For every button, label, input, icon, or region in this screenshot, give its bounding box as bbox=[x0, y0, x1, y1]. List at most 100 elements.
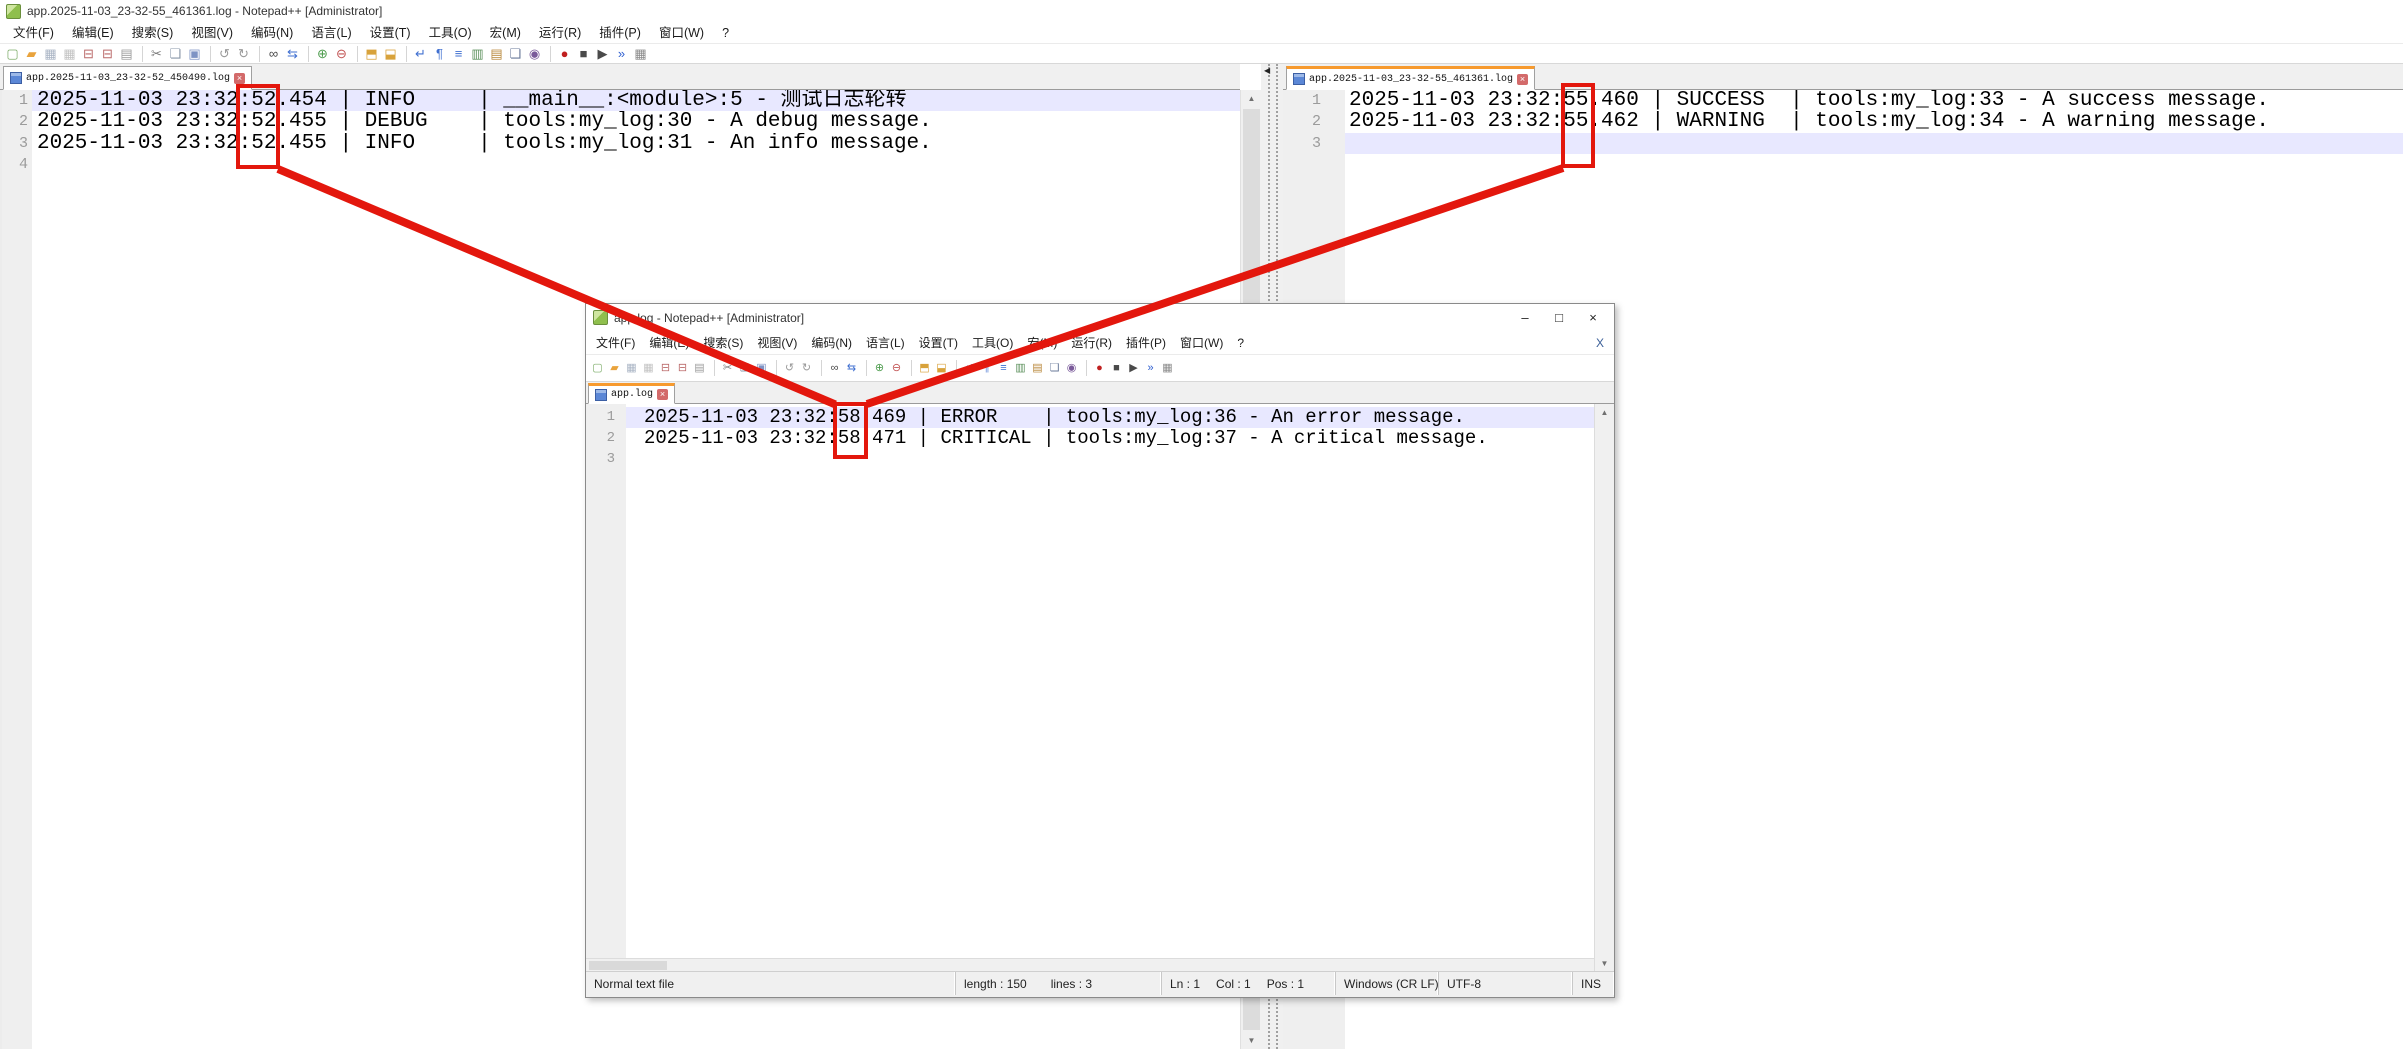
log-line[interactable]: 2025-11-03 23:32:58.471 | CRITICAL | too… bbox=[626, 428, 1594, 449]
inner-macro-record-button[interactable]: ● bbox=[1092, 361, 1107, 376]
outer-print-button[interactable]: ▤ bbox=[118, 45, 135, 62]
inner-file-monitor-button[interactable]: ◉ bbox=[1064, 361, 1079, 376]
scrollbar-thumb[interactable] bbox=[589, 961, 667, 970]
inner-new-file-button[interactable]: ▢ bbox=[590, 361, 605, 376]
outer-find-button[interactable]: ∞ bbox=[265, 45, 282, 62]
outer-doc-switcher-button[interactable]: ❏ bbox=[507, 45, 524, 62]
outer-open-file-button[interactable]: ▰ bbox=[23, 45, 40, 62]
log-line[interactable]: 2025-11-03 23:32:52.455 | DEBUG | tools:… bbox=[32, 111, 1242, 132]
outer-menu-e[interactable]: 编辑(E) bbox=[63, 22, 123, 44]
inner-print-button[interactable]: ▤ bbox=[692, 361, 707, 376]
outer-menu-s[interactable]: 搜索(S) bbox=[123, 22, 183, 44]
log-line[interactable]: 2025-11-03 23:32:52.455 | INFO | tools:m… bbox=[32, 133, 1242, 154]
inner-macro-run-multiple-button[interactable]: » bbox=[1143, 361, 1158, 376]
outer-menu-w[interactable]: 窗口(W) bbox=[650, 22, 713, 44]
tab-close-icon[interactable]: × bbox=[234, 73, 245, 84]
inner-find-button[interactable]: ∞ bbox=[827, 361, 842, 376]
outer-macro-run-multiple-button[interactable]: » bbox=[613, 45, 630, 62]
inner-undo-button[interactable]: ↺ bbox=[782, 361, 797, 376]
outer-menu-t[interactable]: 设置(T) bbox=[361, 22, 420, 44]
inner-macro-save-button[interactable]: ▦ bbox=[1160, 361, 1175, 376]
outer-menu-l[interactable]: 语言(L) bbox=[302, 22, 360, 44]
tab-close-icon[interactable]: × bbox=[1517, 74, 1528, 85]
tab-app-log[interactable]: app.log × bbox=[588, 383, 675, 404]
outer-save-file-button[interactable]: ▦ bbox=[42, 45, 59, 62]
inner-macro-stop-button[interactable]: ■ bbox=[1109, 361, 1124, 376]
outer-menu-?[interactable]: ? bbox=[713, 22, 738, 44]
inner-menu-l[interactable]: 语言(L) bbox=[859, 331, 912, 355]
inner-menu-n[interactable]: 编码(N) bbox=[804, 331, 859, 355]
tab-left-file[interactable]: app.2025-11-03_23-32-52_450490.log × bbox=[3, 66, 252, 90]
outer-new-file-button[interactable]: ▢ bbox=[4, 45, 21, 62]
outer-show-all-chars-button[interactable]: ¶ bbox=[431, 45, 448, 62]
inner-redo-button[interactable]: ↻ bbox=[799, 361, 814, 376]
outer-menu-p[interactable]: 插件(P) bbox=[590, 22, 650, 44]
log-line[interactable] bbox=[1345, 133, 2403, 154]
outer-close-file-button[interactable]: ⊟ bbox=[80, 45, 97, 62]
minimize-button[interactable]: – bbox=[1508, 304, 1542, 331]
inner-menu-p[interactable]: 插件(P) bbox=[1119, 331, 1173, 355]
log-line[interactable]: 2025-11-03 23:32:52.454 | INFO | __main_… bbox=[32, 90, 1242, 111]
outer-macro-play-button[interactable]: ▶ bbox=[594, 45, 611, 62]
outer-macro-stop-button[interactable]: ■ bbox=[575, 45, 592, 62]
outer-sync-scroll-v-button[interactable]: ⬒ bbox=[363, 45, 380, 62]
inner-zoom-in-button[interactable]: ⊕ bbox=[872, 361, 887, 376]
log-line[interactable]: 2025-11-03 23:32:55.460 | SUCCESS | tool… bbox=[1345, 90, 2403, 111]
outer-save-all-button[interactable]: ▦ bbox=[61, 45, 78, 62]
inner-menu-w[interactable]: 窗口(W) bbox=[1173, 331, 1230, 355]
inner-replace-button[interactable]: ⇆ bbox=[844, 361, 859, 376]
inner-notepadpp-window[interactable]: app.log - Notepad++ [Administrator] – □ … bbox=[585, 303, 1615, 998]
outer-function-list-button[interactable]: ▤ bbox=[488, 45, 505, 62]
maximize-button[interactable]: □ bbox=[1542, 304, 1576, 331]
status-encoding[interactable]: UTF-8 bbox=[1439, 972, 1573, 995]
scroll-down-icon[interactable]: ▼ bbox=[1241, 1032, 1262, 1049]
tab-close-icon[interactable]: × bbox=[657, 389, 668, 400]
scroll-up-icon[interactable]: ▲ bbox=[1241, 90, 1262, 107]
outer-menu-m[interactable]: 宏(M) bbox=[481, 22, 530, 44]
inner-menu-?[interactable]: ? bbox=[1230, 331, 1251, 355]
outer-macro-record-button[interactable]: ● bbox=[556, 45, 573, 62]
inner-save-all-button[interactable]: ▦ bbox=[641, 361, 656, 376]
close-button[interactable]: × bbox=[1576, 304, 1610, 331]
outer-zoom-in-button[interactable]: ⊕ bbox=[314, 45, 331, 62]
outer-undo-button[interactable]: ↺ bbox=[216, 45, 233, 62]
outer-menu-f[interactable]: 文件(F) bbox=[4, 22, 63, 44]
inner-zoom-out-button[interactable]: ⊖ bbox=[889, 361, 904, 376]
inner-menu-t[interactable]: 设置(T) bbox=[912, 331, 965, 355]
outer-redo-button[interactable]: ↻ bbox=[235, 45, 252, 62]
scroll-down-icon[interactable]: ▼ bbox=[1595, 955, 1614, 972]
log-line[interactable]: 2025-11-03 23:32:58.469 | ERROR | tools:… bbox=[626, 407, 1594, 428]
inner-close-file-button[interactable]: ⊟ bbox=[658, 361, 673, 376]
inner-save-file-button[interactable]: ▦ bbox=[624, 361, 639, 376]
inner-editor-pane[interactable]: 123 2025-11-03 23:32:58.469 | ERROR | to… bbox=[586, 404, 1594, 958]
outer-cut-button[interactable]: ✂ bbox=[148, 45, 165, 62]
inner-vertical-scrollbar[interactable]: ▲ ▼ bbox=[1594, 404, 1614, 972]
outer-paste-button[interactable]: ▣ bbox=[186, 45, 203, 62]
log-line[interactable] bbox=[32, 154, 1242, 175]
editor-text-area[interactable]: 2025-11-03 23:32:58.469 | ERROR | tools:… bbox=[626, 404, 1594, 958]
inner-menu-v[interactable]: 视图(V) bbox=[750, 331, 804, 355]
inner-macro-play-button[interactable]: ▶ bbox=[1126, 361, 1141, 376]
outer-menu-r[interactable]: 运行(R) bbox=[530, 22, 590, 44]
inner-doc-map-button[interactable]: ▥ bbox=[1013, 361, 1028, 376]
outer-close-all-button[interactable]: ⊟ bbox=[99, 45, 116, 62]
outer-menu-n[interactable]: 编码(N) bbox=[242, 22, 302, 44]
inner-doc-switcher-button[interactable]: ❏ bbox=[1047, 361, 1062, 376]
inner-close-all-button[interactable]: ⊟ bbox=[675, 361, 690, 376]
inner-horizontal-scrollbar[interactable] bbox=[586, 958, 1594, 972]
outer-menu-o[interactable]: 工具(O) bbox=[420, 22, 481, 44]
status-insert-mode[interactable]: INS bbox=[1573, 972, 1614, 995]
scroll-up-icon[interactable]: ▲ bbox=[1595, 404, 1614, 421]
inner-open-file-button[interactable]: ▰ bbox=[607, 361, 622, 376]
tab-right-file[interactable]: app.2025-11-03_23-32-55_461361.log × bbox=[1286, 66, 1535, 90]
log-line[interactable] bbox=[626, 449, 1594, 470]
outer-replace-button[interactable]: ⇆ bbox=[284, 45, 301, 62]
inner-function-list-button[interactable]: ▤ bbox=[1030, 361, 1045, 376]
status-eol-format[interactable]: Windows (CR LF) bbox=[1336, 972, 1439, 995]
outer-copy-button[interactable]: ❏ bbox=[167, 45, 184, 62]
log-line[interactable]: 2025-11-03 23:32:55.462 | WARNING | tool… bbox=[1345, 111, 2403, 132]
outer-doc-map-button[interactable]: ▥ bbox=[469, 45, 486, 62]
tab-list-arrow-icon[interactable]: ◀ bbox=[1264, 66, 1270, 75]
inner-sync-scroll-v-button[interactable]: ⬒ bbox=[917, 361, 932, 376]
inner-menu-f[interactable]: 文件(F) bbox=[589, 331, 642, 355]
